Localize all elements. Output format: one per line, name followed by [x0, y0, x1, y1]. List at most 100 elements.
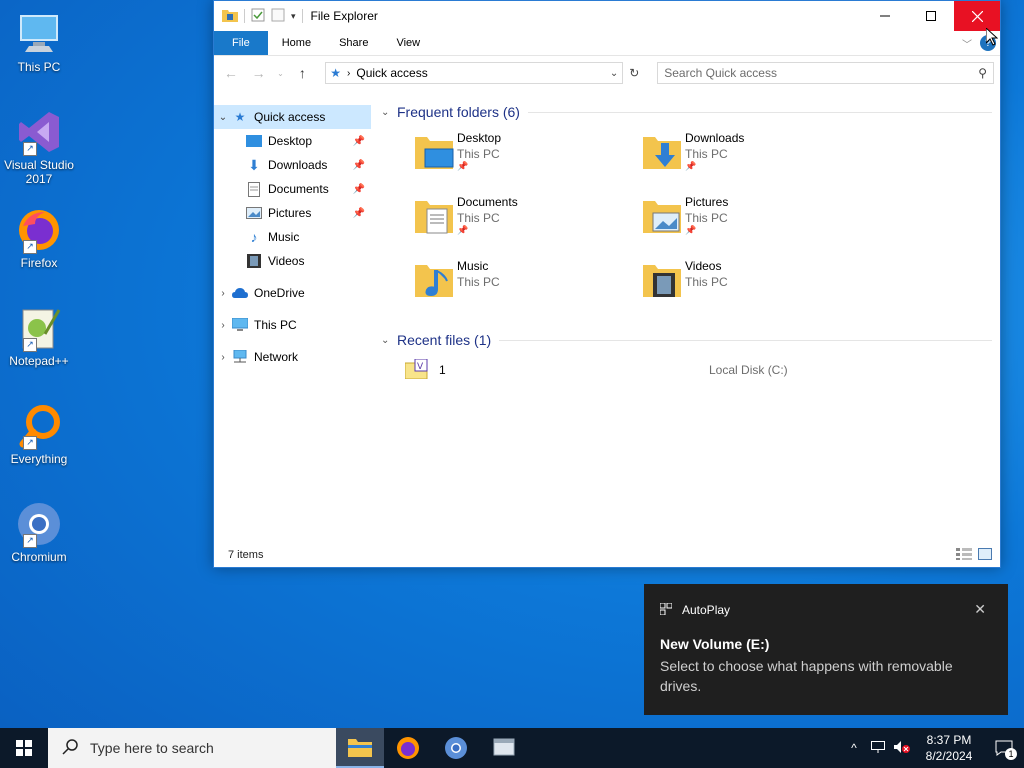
properties-icon[interactable] — [251, 8, 265, 25]
network-icon — [232, 349, 248, 365]
autoplay-notification[interactable]: AutoPlay ✕ New Volume (E:) Select to cho… — [644, 584, 1008, 715]
svg-text:V: V — [417, 362, 424, 372]
desktop-icon-everything[interactable]: ↗ Everything — [4, 402, 74, 466]
taskbar-file-explorer[interactable] — [336, 728, 384, 768]
nav-item-downloads[interactable]: ⬇ Downloads 📌 — [214, 153, 371, 177]
search-placeholder: Search Quick access — [664, 66, 777, 80]
folder-tile-pictures[interactable]: Pictures This PC 📌 — [639, 193, 867, 249]
pin-icon: 📌 — [457, 225, 469, 235]
film-icon — [246, 253, 262, 269]
nav-item-onedrive[interactable]: › OneDrive — [214, 281, 371, 305]
nav-label: Quick access — [254, 110, 326, 124]
address-dropdown-icon[interactable]: ⌄ — [610, 68, 618, 79]
desktop-icon-firefox[interactable]: ↗ Firefox — [4, 206, 74, 270]
collapsed-chevron-icon[interactable]: › — [214, 288, 232, 299]
pin-icon[interactable]: 📌 — [353, 208, 365, 219]
nav-item-desktop[interactable]: Desktop 📌 — [214, 129, 371, 153]
expanded-chevron-icon[interactable]: ⌄ — [214, 112, 232, 123]
search-input[interactable]: Search Quick access ⚲ — [657, 62, 994, 84]
taskbar-chromium[interactable] — [432, 728, 480, 768]
new-folder-icon[interactable] — [271, 8, 285, 25]
volume-muted-icon[interactable] — [890, 740, 914, 756]
toast-close-icon[interactable]: ✕ — [974, 601, 986, 618]
forward-arrow-icon[interactable]: → — [248, 65, 270, 81]
title-bar[interactable]: ▾ File Explorer — [214, 1, 1000, 31]
autoplay-icon — [659, 602, 673, 618]
toolbar-separator — [301, 9, 303, 23]
nav-item-quick-access[interactable]: ⌄ ★ Quick access — [214, 105, 371, 129]
group-collapse-chevron-icon[interactable]: ⌄ — [381, 107, 397, 118]
address-field[interactable]: ★ › Quick access ⌄ ↻ — [325, 62, 639, 84]
refresh-icon[interactable]: ↻ — [624, 66, 644, 80]
system-tray: ^ 8:37 PM 8/2/2024 1 — [842, 728, 1024, 768]
frequent-folders-grid: Desktop This PC 📌 Downloads This PC 📌 Docume… — [381, 123, 1000, 313]
tab-view[interactable]: View — [382, 31, 434, 55]
folder-tile-music[interactable]: Music This PC — [411, 257, 639, 313]
folder-tile-documents[interactable]: Documents This PC 📌 — [411, 193, 639, 249]
nav-item-music[interactable]: ♪ Music — [214, 225, 371, 249]
large-icons-view-icon[interactable] — [978, 547, 992, 563]
desktop-icon — [246, 133, 262, 149]
nav-item-network[interactable]: › Network — [214, 345, 371, 369]
tab-file[interactable]: File — [214, 31, 268, 55]
pictures-folder-icon — [639, 193, 685, 239]
star-icon: ★ — [330, 66, 342, 80]
nav-item-videos[interactable]: Videos — [214, 249, 371, 273]
computer-icon — [232, 317, 248, 333]
taskbar-search-box[interactable]: Type here to search — [48, 728, 336, 768]
clock[interactable]: 8:37 PM 8/2/2024 — [914, 732, 984, 764]
minimize-button[interactable] — [862, 1, 908, 31]
recent-files-header[interactable]: ⌄ Recent files (1) — [381, 329, 1000, 351]
item-count: 7 items — [228, 549, 264, 561]
collapsed-chevron-icon[interactable]: › — [214, 352, 232, 363]
folder-tile-videos[interactable]: Videos This PC — [639, 257, 867, 313]
back-arrow-icon[interactable]: ← — [220, 65, 242, 81]
tab-home[interactable]: Home — [268, 31, 325, 55]
close-button[interactable] — [954, 1, 1000, 31]
details-view-icon[interactable] — [956, 547, 972, 563]
pin-icon[interactable]: 📌 — [353, 160, 365, 171]
nav-item-pictures[interactable]: Pictures 📌 — [214, 201, 371, 225]
expand-ribbon-chevron-icon[interactable]: ﹀ — [962, 36, 972, 51]
desktop-icon-visual-studio[interactable]: ↗ Visual Studio 2017 — [4, 108, 74, 186]
pin-icon[interactable]: 📌 — [353, 136, 365, 147]
main-pane: ⌄ Frequent folders (6) Desktop This PC 📌 D… — [371, 101, 1000, 543]
cloud-icon — [232, 285, 248, 301]
mouse-cursor-icon — [985, 26, 999, 49]
clock-time: 8:37 PM — [926, 733, 972, 747]
window-title: File Explorer — [310, 9, 378, 23]
nav-item-documents[interactable]: Documents 📌 — [214, 177, 371, 201]
nav-item-this-pc[interactable]: › This PC — [214, 313, 371, 337]
taskbar-firefox[interactable] — [384, 728, 432, 768]
action-center-button[interactable]: 1 — [984, 728, 1024, 768]
customize-toolbar-chevron-icon[interactable]: ▾ — [291, 11, 296, 22]
network-icon[interactable] — [866, 740, 890, 756]
recent-file-row[interactable]: V 1 Local Disk (C:) — [381, 357, 1000, 383]
tab-share[interactable]: Share — [325, 31, 382, 55]
pin-icon: 📌 — [685, 225, 697, 235]
breadcrumb-quick-access[interactable]: Quick access — [356, 66, 427, 80]
search-icon: ⚲ — [978, 66, 987, 80]
start-button[interactable] — [0, 728, 48, 768]
desktop-icon-chromium[interactable]: ↗ Chromium — [4, 500, 74, 564]
collapsed-chevron-icon[interactable]: › — [214, 320, 232, 331]
pin-icon[interactable]: 📌 — [353, 184, 365, 195]
star-icon: ★ — [234, 110, 246, 124]
desktop-folder-icon — [411, 129, 457, 175]
visual-studio-icon: ↗ — [15, 108, 63, 156]
recent-locations-chevron-icon[interactable]: ⌄ — [276, 69, 286, 78]
breadcrumb-separator-icon[interactable]: › — [347, 68, 350, 79]
maximize-button[interactable] — [908, 1, 954, 31]
folder-tile-downloads[interactable]: Downloads This PC 📌 — [639, 129, 867, 185]
nav-label: Network — [254, 350, 299, 364]
taskbar-app[interactable] — [480, 728, 528, 768]
show-hidden-icons-chevron-icon[interactable]: ^ — [842, 741, 866, 755]
desktop-icon-notepadpp[interactable]: ↗ Notepad++ — [4, 304, 74, 368]
group-collapse-chevron-icon[interactable]: ⌄ — [381, 335, 397, 346]
desktop-icon-this-pc[interactable]: This PC — [4, 10, 74, 74]
folder-tile-desktop[interactable]: Desktop This PC 📌 — [411, 129, 639, 185]
frequent-folders-header[interactable]: ⌄ Frequent folders (6) — [381, 101, 1000, 123]
recent-file-location: Local Disk (C:) — [709, 363, 788, 377]
toolbar-separator — [244, 9, 245, 23]
up-arrow-icon[interactable]: ↑ — [291, 65, 313, 81]
